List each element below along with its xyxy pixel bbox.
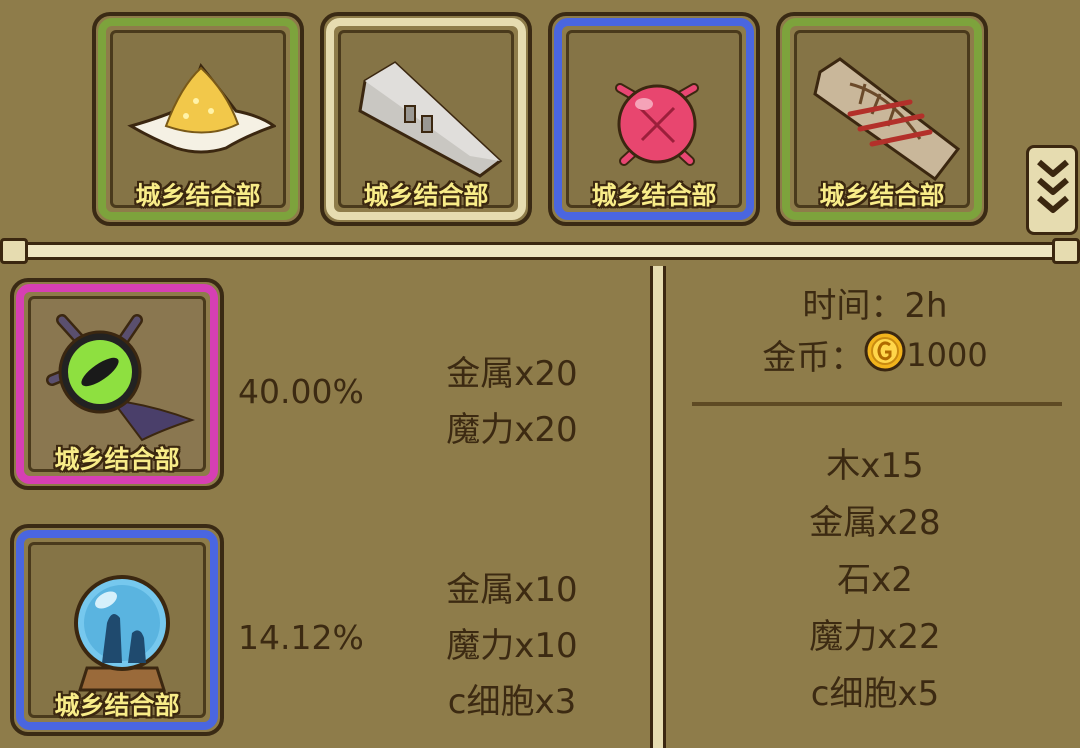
- summary-material-5: c细胞x5: [810, 674, 940, 714]
- summary-material-4: 魔力x22: [809, 617, 941, 657]
- top-item-tag: 城乡结合部: [363, 181, 489, 210]
- summary-separator: [692, 402, 1062, 406]
- coin-value: 1000: [906, 335, 988, 374]
- scrollbar-left-cap[interactable]: [0, 238, 28, 264]
- stone-slab-icon: [358, 61, 503, 178]
- result-slot-2[interactable]: 城乡结合部: [10, 524, 224, 736]
- horizontal-scrollbar[interactable]: [0, 238, 1080, 266]
- result-tag: 城乡结合部: [54, 691, 180, 720]
- top-item-slot-3[interactable]: 城乡结合部: [548, 12, 760, 226]
- top-item-tag: 城乡结合部: [591, 181, 717, 210]
- top-item-slot-4[interactable]: 城乡结合部: [776, 12, 988, 226]
- scrollbar-track: [20, 242, 1060, 260]
- coin-label: 金币：: [762, 338, 865, 378]
- crystal-ball-icon: [74, 575, 170, 692]
- scrollbar-right-cap[interactable]: [1052, 238, 1080, 264]
- summary-material-3: 石x2: [837, 560, 913, 600]
- top-item-tag: 城乡结合部: [819, 181, 945, 210]
- top-item-slot-1[interactable]: 城乡结合部: [92, 12, 304, 226]
- expand-list-button[interactable]: [1026, 145, 1078, 235]
- result-tag: 城乡结合部: [54, 445, 180, 474]
- summary-material-2: 金属x28: [809, 503, 941, 543]
- red-spiky-orb-icon: [615, 83, 699, 166]
- gold-coin-icon: [864, 330, 906, 371]
- fish-fossil-icon: [813, 57, 960, 182]
- summary-time: 时间：2h: [802, 286, 948, 326]
- result-2-chance: 14.12%: [238, 618, 364, 657]
- grain-pile-icon: [127, 63, 276, 154]
- panel-divider: [650, 266, 666, 748]
- result-2-cost-1: 金属x10: [446, 570, 578, 610]
- result-2-cost-2: 魔力x10: [446, 626, 578, 666]
- result-1-cost-1: 金属x20: [446, 354, 578, 394]
- green-eye-orb-icon: [46, 314, 195, 442]
- result-1-cost-2: 魔力x20: [446, 410, 578, 450]
- top-item-tag: 城乡结合部: [135, 181, 261, 210]
- double-chevron-down-icon: [1037, 159, 1069, 213]
- top-item-slot-2[interactable]: 城乡结合部: [320, 12, 532, 226]
- summary-material-1: 木x15: [826, 446, 924, 486]
- result-1-chance: 40.00%: [238, 372, 364, 411]
- result-slot-1[interactable]: 城乡结合部: [10, 278, 224, 490]
- result-2-cost-3: c细胞x3: [447, 682, 577, 722]
- summary-coin-row: 金币： 1000: [690, 330, 1060, 378]
